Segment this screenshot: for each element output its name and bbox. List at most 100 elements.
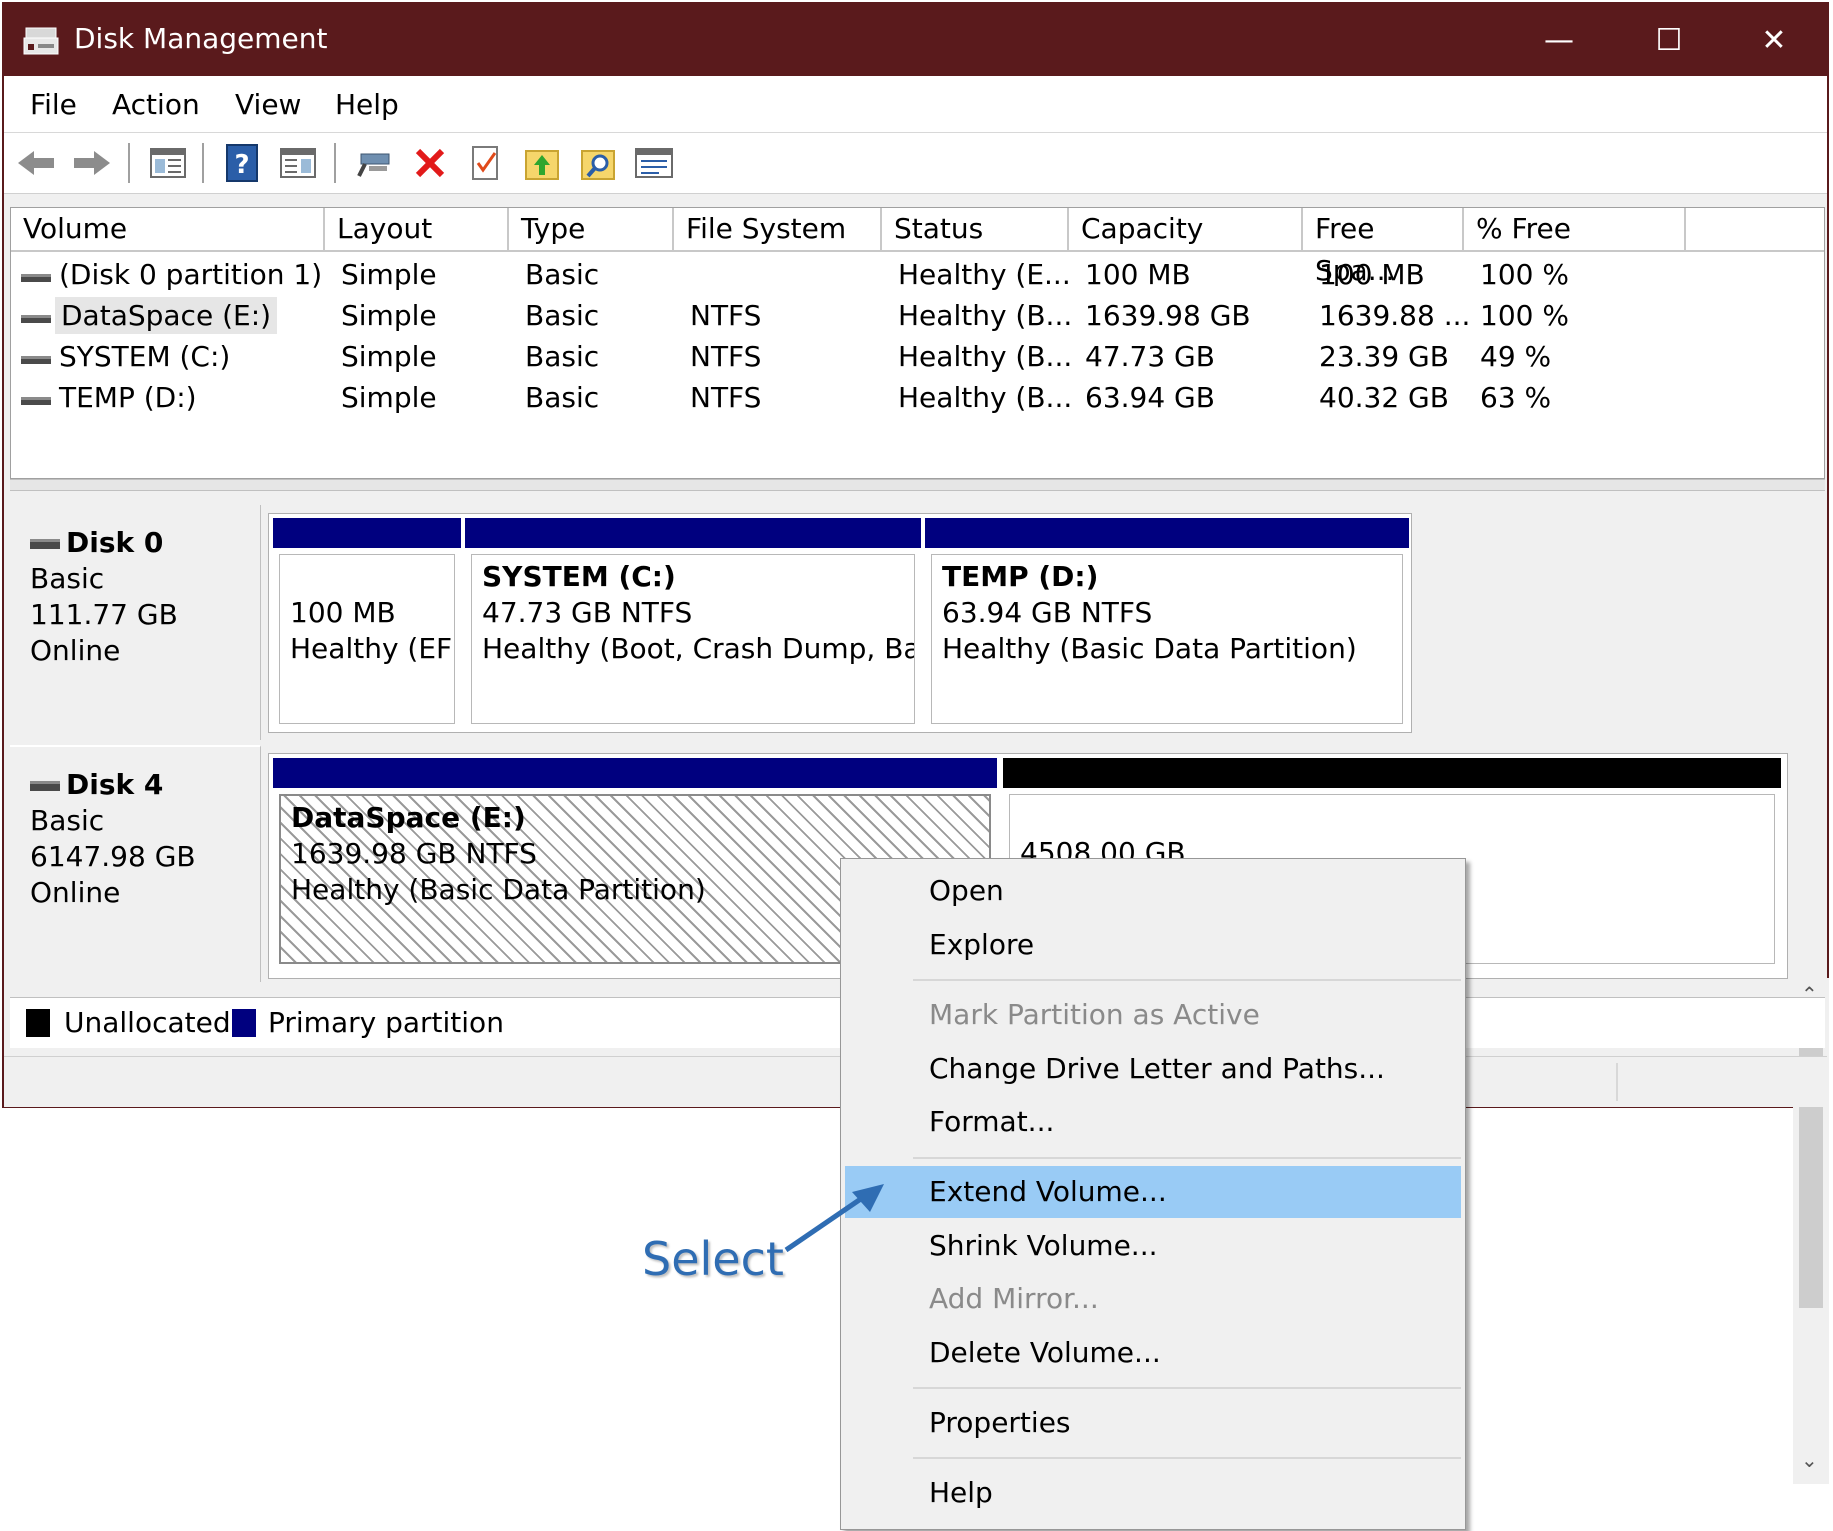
menu-item-change-drive-letter[interactable]: Change Drive Letter and Paths... [845,1043,1461,1095]
column-header-layout[interactable]: Layout [325,208,509,250]
partition-bar-unallocated [1003,758,1781,788]
column-header-capacity[interactable]: Capacity [1069,208,1303,250]
partition-temp-d[interactable]: TEMP (D:) 63.94 GB NTFS Healthy (Basic D… [931,554,1403,724]
context-menu: Open Explore Mark Partition as Active Ch… [840,858,1466,1530]
unallocated-swatch [26,1009,50,1037]
minimize-button[interactable]: — [1504,4,1614,76]
cell-volume: DataSpace (E:) [55,297,278,334]
cell-status: Healthy (B... [898,299,1073,332]
menu-item-explore[interactable]: Explore [845,919,1461,971]
volume-icon [21,356,51,364]
search-folder-icon[interactable] [576,141,620,185]
disk-0-info[interactable]: Disk 0 Basic 111.77 GB Online [10,505,261,740]
menu-item-open[interactable]: Open [845,865,1461,917]
delete-icon[interactable] [408,141,452,185]
disk-4-info[interactable]: Disk 4 Basic 6147.98 GB Online [10,745,261,982]
cell-capacity: 1639.98 GB [1085,299,1251,332]
menu-file[interactable]: File [30,88,77,121]
cell-volume: TEMP (D:) [59,381,197,414]
table-row[interactable]: SYSTEM (C:) Simple Basic NTFS Healthy (B… [11,338,1824,378]
partition-size: 63.94 GB NTFS [942,596,1153,629]
partition-title: DataSpace (E:) [291,801,526,834]
legend-unallocated: Unallocated [64,1006,231,1039]
forward-icon[interactable] [70,141,114,185]
toolbar-separator [334,143,336,183]
cell-free-space: 1639.88 ... [1319,299,1471,332]
cell-capacity: 47.73 GB [1085,340,1215,373]
menu-item-help[interactable]: Help [845,1467,1461,1519]
cell-status: Healthy (E... [898,258,1071,291]
menu-item-mark-active: Mark Partition as Active [929,998,1260,1031]
menu-separator [913,1387,1461,1389]
scroll-down-icon[interactable]: ⌄ [1801,1448,1818,1472]
disk-state: Online [30,876,121,909]
cell-file-system: NTFS [690,381,762,414]
cell-volume: SYSTEM (C:) [59,340,231,373]
partition-bar-primary [925,518,1409,548]
partition-size: 100 MB [290,596,396,629]
menu-item-format[interactable]: Format... [845,1096,1461,1148]
partition-efi[interactable]: 100 MB Healthy (EFI [279,554,455,724]
column-header-percent-free[interactable]: % Free [1464,208,1686,250]
column-header-free-space[interactable]: Free Spa... [1303,208,1464,287]
check-icon[interactable] [464,141,508,185]
volume-list: Volume Layout Type File System Status Ca… [10,207,1825,479]
connect-icon[interactable] [352,141,396,185]
disk-kind: Basic [30,804,105,837]
menu-item-extend-volume[interactable]: Extend Volume... [845,1166,1461,1218]
partition-system-c[interactable]: SYSTEM (C:) 47.73 GB NTFS Healthy (Boot,… [471,554,915,724]
table-row[interactable]: (Disk 0 partition 1) Simple Basic Health… [11,256,1824,296]
volume-icon [21,397,51,405]
pane-splitter[interactable] [10,479,1825,491]
header-divider [11,250,1824,252]
cell-layout: Simple [341,258,437,291]
legend-primary: Primary partition [268,1006,504,1039]
column-header-type[interactable]: Type [509,208,674,250]
title-bar[interactable]: Disk Management — ☐ ✕ [4,4,1827,76]
close-button[interactable]: ✕ [1719,4,1829,76]
back-icon[interactable] [14,141,58,185]
console-tree-icon[interactable] [146,141,190,185]
properties-icon[interactable] [632,141,676,185]
cell-free-space: 40.32 GB [1319,381,1449,414]
menu-help[interactable]: Help [335,88,399,121]
menu-view[interactable]: View [235,88,301,121]
menu-item-shrink-volume[interactable]: Shrink Volume... [845,1220,1461,1272]
column-header-volume[interactable]: Volume [11,208,325,250]
cell-layout: Simple [341,381,437,414]
disk-0-partitions: 100 MB Healthy (EFI SYSTEM (C:) 47.73 GB… [268,513,1412,733]
menu-action[interactable]: Action [112,88,200,121]
cell-capacity: 100 MB [1085,258,1191,291]
cell-layout: Simple [341,299,437,332]
partition-title [290,559,444,595]
column-header-file-system[interactable]: File System [674,208,882,250]
table-row[interactable]: TEMP (D:) Simple Basic NTFS Healthy (B..… [11,379,1824,419]
menu-item-delete-volume[interactable]: Delete Volume... [845,1327,1461,1379]
vertical-scrollbar[interactable]: ⌃ ⌄ [1793,978,1829,1484]
menu-item-properties[interactable]: Properties [845,1397,1461,1449]
partition-bar-primary [273,518,461,548]
cell-percent-free: 49 % [1480,340,1552,373]
disk-size: 6147.98 GB [30,840,196,873]
window-title: Disk Management [74,22,328,55]
disk-kind: Basic [30,562,105,595]
cell-free-space: 100 MB [1319,258,1425,291]
annotation-arrow-icon [784,1184,884,1253]
maximize-button[interactable]: ☐ [1614,4,1724,76]
cell-percent-free: 100 % [1480,299,1569,332]
help-icon[interactable]: ? [220,141,264,185]
cell-percent-free: 63 % [1480,381,1552,414]
cell-file-system: NTFS [690,340,762,373]
cell-layout: Simple [341,340,437,373]
disk-icon [30,781,60,791]
table-row[interactable]: DataSpace (E:) Simple Basic NTFS Healthy… [11,297,1824,337]
column-header-status[interactable]: Status [882,208,1069,250]
up-folder-icon[interactable] [520,141,564,185]
partition-status: Healthy (Boot, Crash Dump, Basi [482,632,915,665]
disk-name: Disk 0 [66,526,164,559]
volume-icon [21,274,51,282]
menu-item-add-mirror: Add Mirror... [929,1282,1099,1315]
menu-separator [913,1157,1461,1159]
partition-title: TEMP (D:) [942,560,1099,593]
action-pane-icon[interactable] [276,141,320,185]
